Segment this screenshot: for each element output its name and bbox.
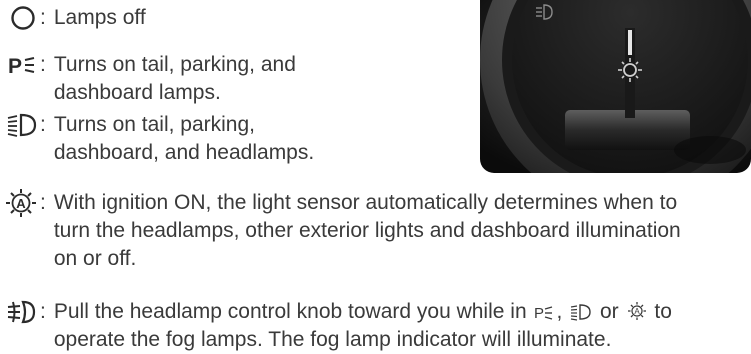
colon: : — [40, 6, 46, 29]
item-text: Pull the headlamp control knob toward yo… — [54, 298, 672, 354]
svg-text:P: P — [534, 305, 544, 321]
item-headlamps: : Turns on tail, parking, dashboard, and… — [6, 111, 314, 167]
auto-lamp-icon: A — [627, 302, 646, 320]
svg-text:A: A — [16, 196, 26, 211]
item-fog-lamps: : Pull the headlamp control knob toward … — [6, 298, 672, 354]
item-line: Pull the headlamp control knob toward yo… — [54, 298, 672, 326]
headlamp-switch-photo — [480, 0, 751, 173]
colon: : — [40, 300, 46, 323]
item-autolamp: A : With ignition ON, the light sensor a… — [4, 189, 681, 273]
svg-text:P: P — [8, 55, 22, 77]
colon: : — [40, 113, 46, 136]
text-fragment: to — [654, 300, 672, 323]
headlamp-icon — [571, 304, 591, 321]
fog-lamp-icon — [6, 298, 38, 326]
item-parking-lamps: P : Turns on tail, parking, and dashboar… — [8, 51, 296, 107]
item-line: dashboard, and headlamps. — [53, 141, 315, 164]
item-line: Turns on tail, parking, — [53, 113, 255, 136]
item-line: on or off. — [53, 247, 137, 270]
item-text: With ignition ON, the light sensor autom… — [54, 189, 681, 273]
text-fragment: or — [600, 300, 619, 323]
parking-lamps-icon: P — [534, 305, 553, 321]
svg-text:A: A — [634, 307, 640, 316]
item-line: Lamps off — [53, 6, 146, 29]
headlamp-icon — [6, 111, 38, 139]
parking-lamps-icon: P — [8, 51, 38, 79]
item-line: With ignition ON, the light sensor autom… — [53, 191, 678, 214]
item-line: turn the headlamps, other exterior light… — [53, 219, 681, 242]
item-text: Turns on tail, parking, and dashboard la… — [54, 51, 296, 107]
item-text: Turns on tail, parking, dashboard, and h… — [54, 111, 314, 167]
colon: : — [40, 53, 46, 76]
item-line: operate the fog lamps. The fog lamp indi… — [53, 328, 612, 351]
text-fragment: Pull the headlamp control knob toward yo… — [53, 300, 527, 323]
text-fragment: , — [556, 300, 563, 323]
circle-off-icon — [8, 4, 38, 32]
item-text: Lamps off — [54, 4, 146, 32]
item-line: dashboard lamps. — [53, 81, 221, 104]
colon: : — [40, 191, 46, 214]
item-line: Turns on tail, parking, and — [53, 53, 296, 76]
item-lamps-off: : Lamps off — [8, 4, 146, 32]
auto-lamp-icon: A — [4, 189, 38, 217]
